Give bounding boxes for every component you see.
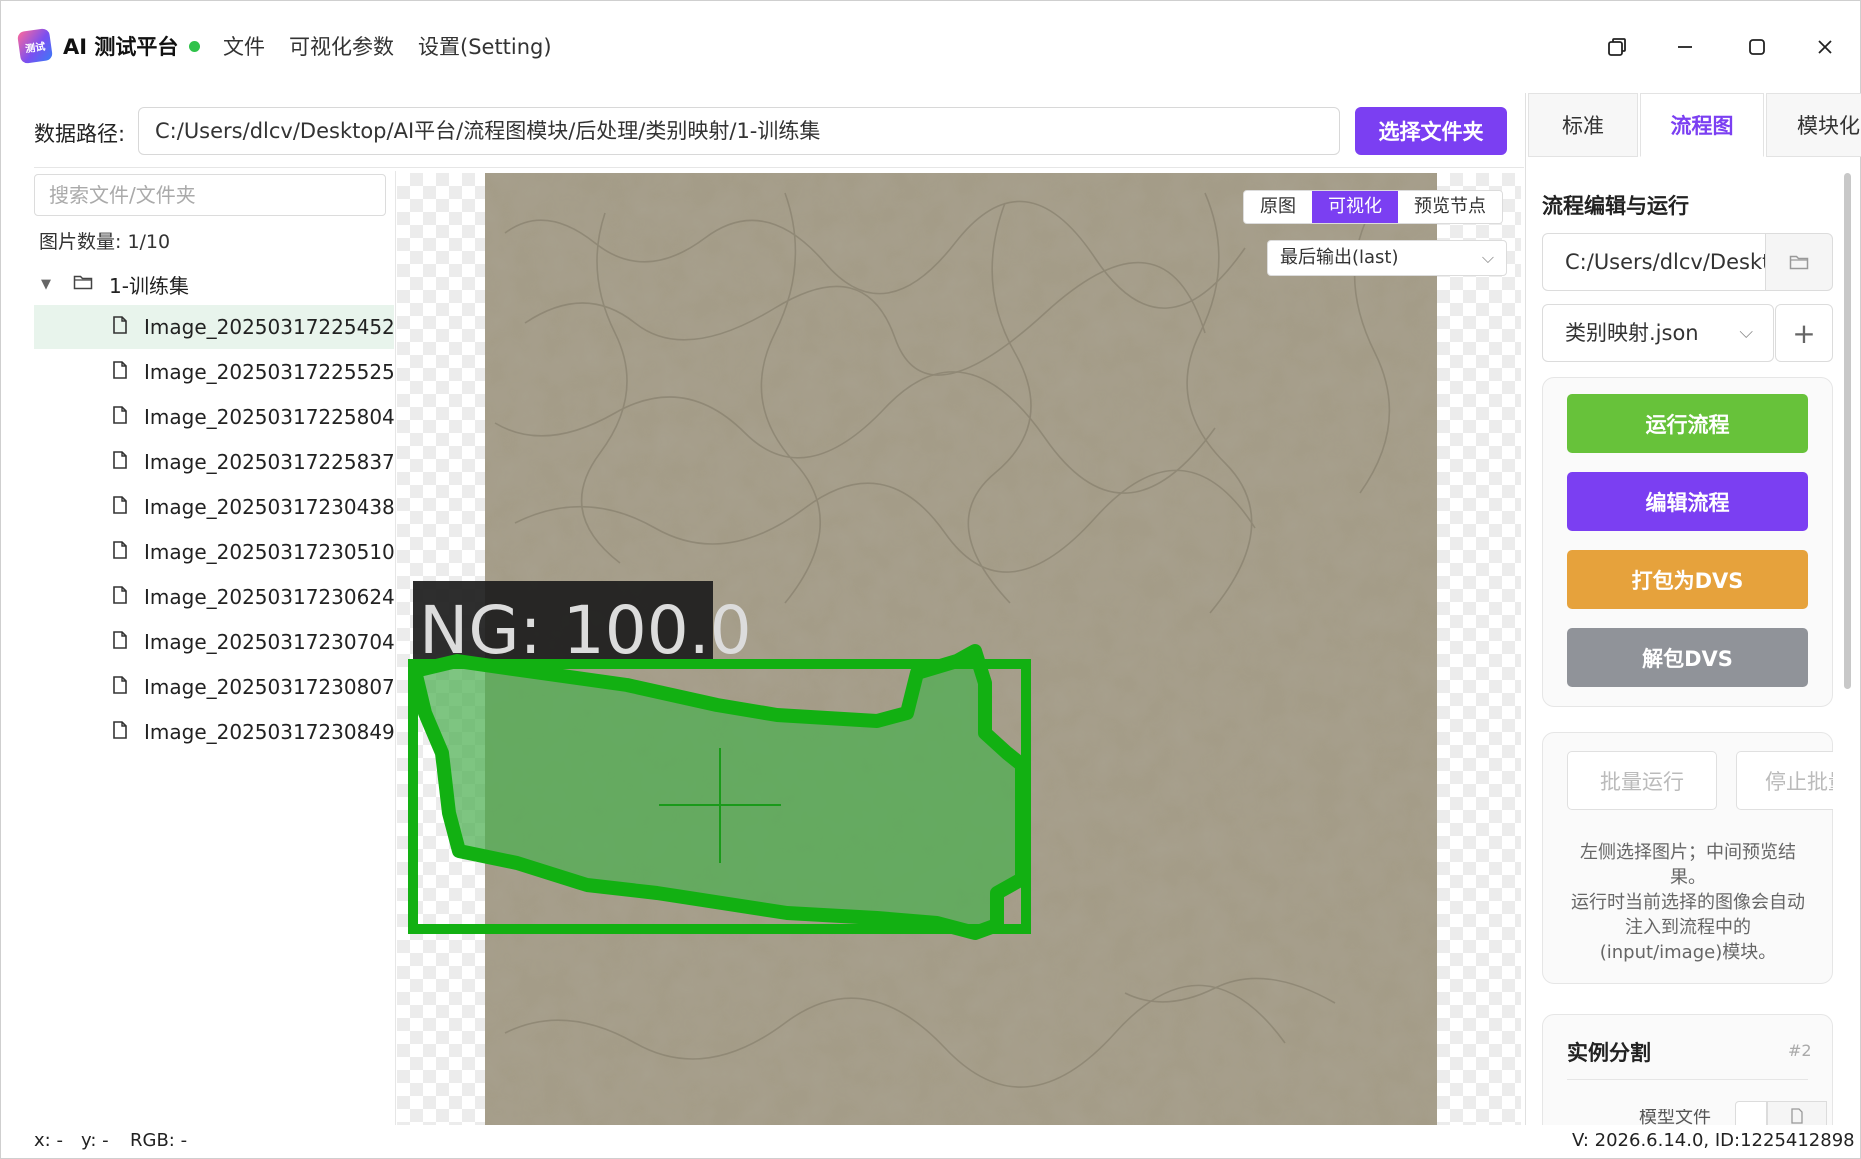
edit-flow-button[interactable]: 编辑流程: [1567, 472, 1808, 531]
add-flow-icon[interactable]: +: [1775, 304, 1833, 362]
pixel-rgb: RGB: -: [130, 1130, 188, 1151]
pack-dvs-button[interactable]: 打包为DVS: [1567, 550, 1808, 609]
output-select-value: 最后输出(last): [1280, 247, 1399, 268]
model-file-input[interactable]: [1735, 1101, 1767, 1125]
data-path-label: 数据路径:: [34, 122, 126, 146]
close-icon[interactable]: [1809, 31, 1841, 63]
file-list-item[interactable]: Image_20250317225804: [34, 395, 394, 439]
tree-folder[interactable]: ▼ 1-训练集: [41, 269, 189, 299]
tab-original[interactable]: 原图: [1244, 191, 1312, 223]
menu-settings[interactable]: 设置(Setting): [418, 31, 552, 61]
file-list-item[interactable]: Image_20250317225525: [34, 350, 394, 394]
divider: [1567, 1079, 1808, 1080]
chevron-down-icon: ⌵: [1739, 322, 1753, 343]
chevron-down-icon: ⌵: [1481, 248, 1494, 267]
folder-name: 1-训练集: [109, 273, 189, 298]
file-list-item[interactable]: Image_20250317225837: [34, 440, 394, 484]
file-search-input[interactable]: 搜索文件/文件夹: [34, 174, 386, 216]
file-list-item[interactable]: Image_20250317225452: [34, 305, 394, 349]
file-list-item[interactable]: Image_20250317230807: [34, 665, 394, 709]
tab-visualization[interactable]: 可视化: [1312, 191, 1398, 223]
right-panel-scrollbar[interactable]: [1844, 173, 1851, 689]
right-tabs: 标准 流程图 模块化: [1528, 93, 1861, 157]
title-bar: 测试 AI 测试平台 文件 可视化参数 设置(Setting): [1, 1, 1861, 93]
file-name: Image_20250317225837: [144, 450, 394, 474]
image-count: 图片数量: 1/10: [39, 231, 171, 253]
detection-overlay: NG: 100.0: [408, 581, 1031, 940]
app-logo-icon: 测试: [16, 27, 54, 65]
hint-line: 左侧选择图片；中间预览结: [1580, 842, 1796, 863]
flow-file-value: 类别映射.json: [1565, 321, 1699, 345]
version-info: V: 2026.6.14.0, ID:1225412898: [1572, 1130, 1855, 1151]
unpack-dvs-button[interactable]: 解包DVS: [1567, 628, 1808, 687]
module-field-label: 模型文件: [1639, 1109, 1711, 1125]
app-title: AI 测试平台: [63, 35, 179, 59]
file-list-item[interactable]: Image_20250317230438: [34, 485, 394, 529]
app-window: 测试 AI 测试平台 文件 可视化参数 设置(Setting) 数据路径: C:…: [0, 0, 1861, 1159]
batch-run-button[interactable]: 批量运行: [1567, 751, 1717, 810]
file-name: Image_20250317230704: [144, 630, 394, 654]
output-select[interactable]: 最后输出(last) ⌵: [1267, 240, 1507, 276]
hint-line: 果。: [1670, 867, 1706, 888]
file-icon: [112, 630, 142, 654]
file-list-item[interactable]: Image_20250317230704: [34, 620, 394, 664]
file-icon: [112, 360, 142, 384]
caret-down-icon[interactable]: ▼: [41, 277, 61, 292]
file-icon: [112, 405, 142, 429]
file-name: Image_20250317230624: [144, 585, 394, 609]
divider: [395, 171, 396, 1125]
hint-line: 注入到流程中的: [1625, 917, 1751, 938]
file-name: Image_20250317225525: [144, 360, 394, 384]
segmentation-mask: [415, 651, 1022, 933]
open-folder-icon[interactable]: [1765, 233, 1833, 291]
image-canvas[interactable]: NG: 100.0: [397, 173, 1521, 1125]
tab-flowchart[interactable]: 流程图: [1640, 93, 1764, 157]
data-path-input[interactable]: C:/Users/dlcv/Desktop/AI平台/流程图模块/后处理/类别映…: [138, 107, 1340, 155]
flow-file-select[interactable]: 类别映射.json ⌵: [1542, 304, 1774, 362]
divider: [34, 167, 1524, 168]
choose-folder-button[interactable]: 选择文件夹: [1355, 107, 1507, 155]
file-icon: [112, 315, 142, 339]
model-file-icon[interactable]: [1767, 1101, 1827, 1125]
module-field-clip: 模型文件: [1639, 1109, 1719, 1125]
file-name: Image_20250317225804: [144, 405, 394, 429]
restore-window-icon[interactable]: [1601, 31, 1633, 63]
folder-icon: [73, 272, 103, 296]
tab-preview-node[interactable]: 预览节点: [1398, 191, 1502, 223]
file-list-item[interactable]: Image_20250317230510: [34, 530, 394, 574]
tab-modular[interactable]: 模块化: [1766, 93, 1861, 157]
file-list-item[interactable]: Image_20250317230624: [34, 575, 394, 619]
file-name: Image_20250317230438: [144, 495, 394, 519]
hint-line: 运行时当前选择的图像会自动: [1571, 892, 1805, 913]
flow-path-input[interactable]: C:/Users/dlcv/Desktop: [1542, 233, 1766, 291]
status-bar: x: - y: - RGB: - V: 2026.6.14.0, ID:1225…: [1, 1125, 1861, 1159]
cursor-y: y: -: [81, 1130, 109, 1151]
file-icon: [112, 675, 142, 699]
viewer-mode-tabs: 原图 可视化 预览节点: [1243, 190, 1503, 224]
file-icon: [112, 540, 142, 564]
file-name: Image_20250317230510: [144, 540, 394, 564]
maximize-icon[interactable]: [1741, 31, 1773, 63]
section-title: 流程编辑与运行: [1542, 194, 1689, 218]
file-icon: [112, 495, 142, 519]
run-flow-button[interactable]: 运行流程: [1567, 394, 1808, 453]
divider: [1525, 93, 1526, 1125]
module-index: #2: [1788, 1041, 1812, 1060]
file-icon: [112, 585, 142, 609]
hint-line: (input/image)模块。: [1599, 942, 1777, 963]
file-icon: [112, 720, 142, 744]
menu-file[interactable]: 文件: [223, 31, 265, 61]
cursor-x: x: -: [34, 1130, 63, 1151]
file-list-item[interactable]: Image_20250317230849: [34, 710, 394, 754]
menu-visual-params[interactable]: 可视化参数: [289, 31, 394, 61]
minimize-icon[interactable]: [1669, 31, 1701, 63]
file-icon: [112, 450, 142, 474]
status-dot-icon: [189, 41, 200, 52]
tab-standard[interactable]: 标准: [1528, 93, 1638, 157]
file-name: Image_20250317230807: [144, 675, 394, 699]
stop-batch-button[interactable]: 停止批量: [1736, 751, 1833, 810]
file-name: Image_20250317230849: [144, 720, 394, 744]
file-name: Image_20250317225452: [144, 315, 394, 339]
module-title: 实例分割: [1567, 1041, 1651, 1065]
